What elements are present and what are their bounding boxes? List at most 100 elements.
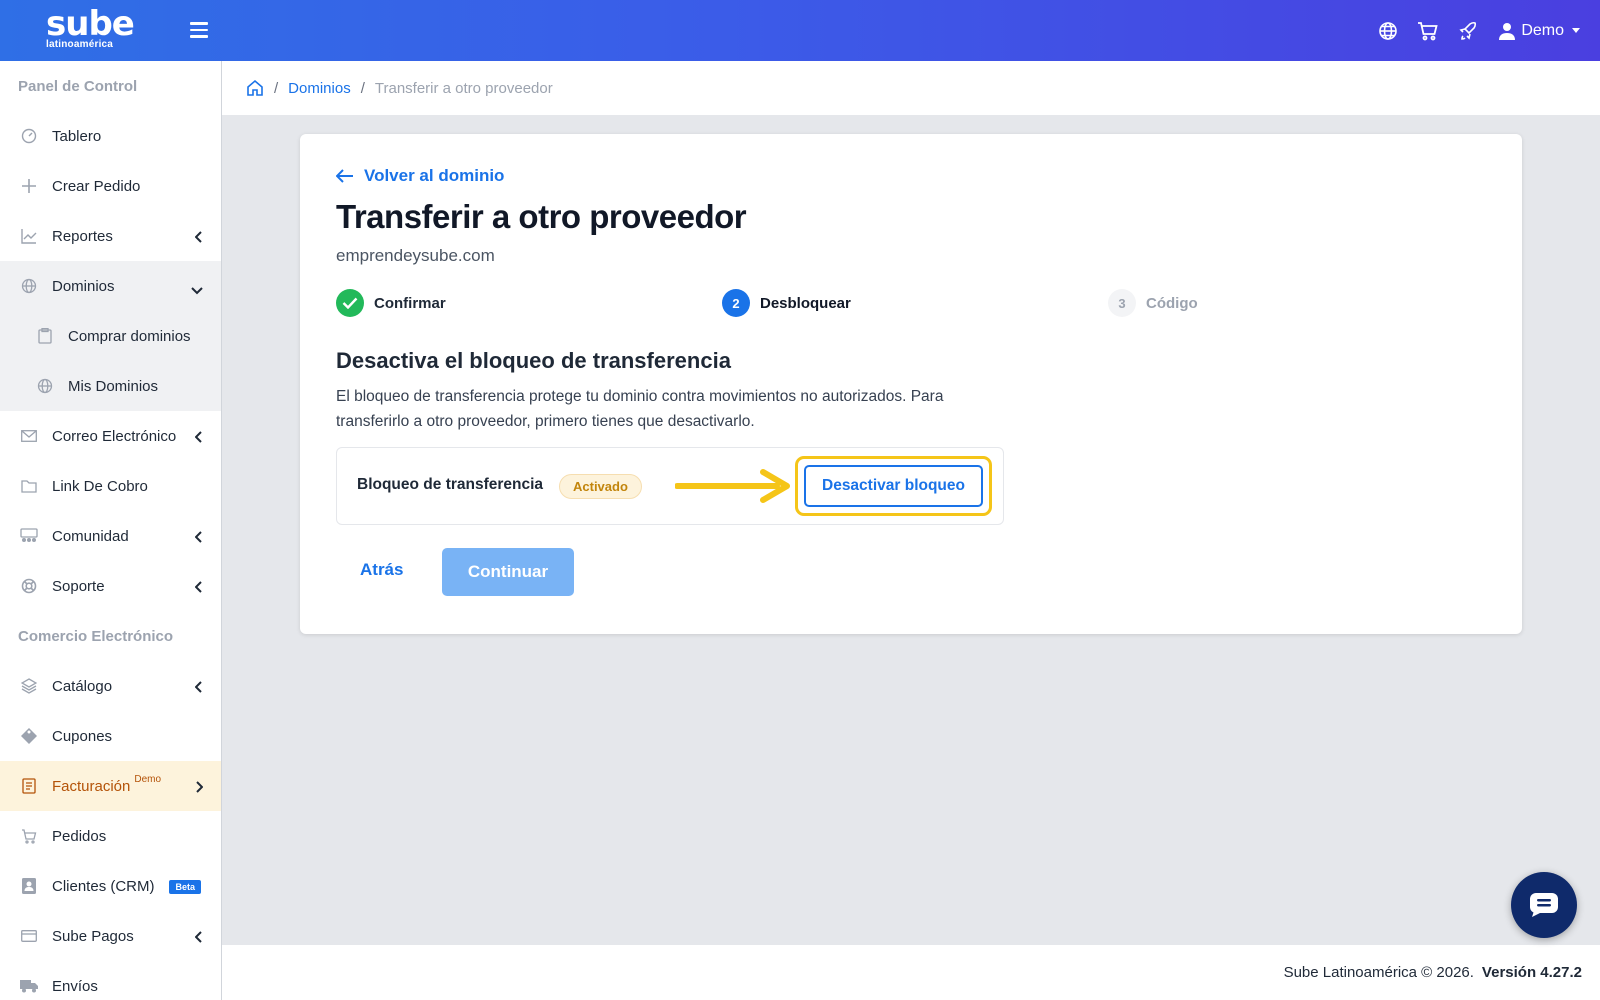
sidebar-item-link-cobro[interactable]: Link De Cobro — [0, 461, 221, 511]
user-name: Demo — [1521, 21, 1564, 39]
rocket-icon[interactable] — [1455, 18, 1481, 44]
home-icon[interactable] — [246, 79, 264, 97]
sidebar-item-clientes[interactable]: Clientes (CRM) Beta — [0, 861, 221, 911]
sidebar-item-label: Link De Cobro — [52, 477, 148, 495]
sidebar-item-label: Crear Pedido — [52, 177, 141, 195]
continue-button[interactable]: Continuar — [442, 548, 574, 596]
step-number: 3 — [1108, 289, 1136, 317]
chart-line-icon — [20, 227, 38, 245]
demo-badge: Demo — [134, 773, 162, 785]
section-description: El bloqueo de transferencia protege tu d… — [336, 388, 944, 430]
sidebar-item-catalogo[interactable]: Catálogo — [0, 661, 221, 711]
back-to-domain-link[interactable]: Volver al dominio — [336, 166, 504, 186]
dashboard-icon — [20, 127, 38, 145]
step-desbloquear: 2 Desbloquear — [722, 289, 851, 317]
chat-icon — [1530, 893, 1558, 917]
chevron-left-icon — [194, 680, 203, 697]
back-link-label: Volver al dominio — [364, 166, 505, 185]
transfer-card: Volver al dominio Transferir a otro prov… — [300, 134, 1522, 634]
sidebar-item-facturacion[interactable]: Facturación Demo — [0, 761, 221, 811]
breadcrumb-separator: / — [274, 79, 279, 97]
sidebar-item-correo[interactable]: Correo Electrónico — [0, 411, 221, 461]
page-title: Transferir a otro proveedor — [336, 198, 747, 235]
sidebar-item-label: Mis Dominios — [68, 377, 159, 395]
sidebar-item-comunidad[interactable]: Comunidad — [0, 511, 221, 561]
plus-icon — [20, 177, 38, 195]
step-codigo: 3 Código — [1108, 289, 1198, 317]
sidebar-item-mis-dominios[interactable]: Mis Dominios — [0, 361, 221, 411]
menu-toggle-icon[interactable] — [190, 22, 208, 38]
sidebar-item-label: Tablero — [52, 127, 102, 145]
sidebar-section-ecommerce: Comercio Electrónico — [18, 627, 174, 645]
lock-label: Bloqueo de transferencia — [357, 476, 544, 493]
sidebar-item-pedidos[interactable]: Pedidos — [0, 811, 221, 861]
sidebar-item-soporte[interactable]: Soporte — [0, 561, 221, 611]
arrow-left-icon — [336, 169, 353, 183]
globe-icon[interactable] — [1375, 18, 1401, 44]
chevron-down-icon — [1572, 28, 1580, 33]
cart-icon[interactable] — [1415, 18, 1441, 44]
truck-icon — [20, 977, 38, 995]
sidebar-section-panel: Panel de Control — [18, 77, 138, 95]
sidebar-item-label: Dominios — [52, 277, 115, 295]
folder-icon — [20, 477, 38, 495]
check-icon — [336, 289, 364, 317]
footer-copyright: Sube Latinoamérica © 2026. — [1283, 964, 1474, 981]
sidebar-item-dominios[interactable]: Dominios — [0, 261, 221, 311]
chevron-left-icon — [194, 930, 203, 947]
invoice-icon — [20, 777, 38, 795]
clipboard-icon — [36, 327, 54, 345]
step-number: 2 — [722, 289, 750, 317]
credit-card-icon — [20, 927, 38, 945]
contact-card-icon — [20, 877, 38, 895]
brand-name: sube — [46, 4, 135, 44]
chevron-right-icon — [195, 780, 204, 797]
brand-logo[interactable]: sube latinoamérica — [46, 6, 136, 56]
sidebar-item-cupones[interactable]: Cupones — [0, 711, 221, 761]
back-button[interactable]: Atrás — [346, 549, 420, 591]
top-bar: sube latinoamérica Demo — [0, 0, 1600, 61]
sidebar-item-label: Reportes — [52, 227, 113, 245]
envelope-icon — [20, 427, 38, 445]
breadcrumb: / Dominios / Transferir a otro proveedor — [222, 61, 1600, 115]
user-icon — [1499, 22, 1516, 40]
sidebar-item-label: Cupones — [52, 727, 113, 745]
chat-button[interactable] — [1511, 872, 1577, 938]
sidebar-item-crear-pedido[interactable]: Crear Pedido — [0, 161, 221, 211]
sidebar-item-tablero[interactable]: Tablero — [0, 111, 221, 161]
domain-name: emprendeysube.com — [336, 246, 495, 265]
step-label: Desbloquear — [760, 294, 851, 312]
step-label: Confirmar — [374, 294, 446, 312]
breadcrumb-dominios-link[interactable]: Dominios — [288, 80, 351, 97]
footer-version: Versión 4.27.2 — [1481, 964, 1582, 981]
unlock-button[interactable]: Desactivar bloqueo — [804, 465, 983, 507]
breadcrumb-separator: / — [360, 79, 365, 97]
status-badge: Activado — [559, 474, 642, 499]
sidebar-item-label: Correo Electrónico — [52, 427, 177, 445]
chevron-left-icon — [194, 430, 203, 447]
breadcrumb-current: Transferir a otro proveedor — [374, 79, 553, 97]
step-confirmar: Confirmar — [336, 289, 446, 317]
sidebar-item-envios[interactable]: Envíos — [0, 961, 221, 1000]
community-icon — [20, 527, 38, 545]
chevron-down-icon — [191, 282, 203, 299]
chevron-left-icon — [194, 530, 203, 547]
sidebar-item-label: Comunidad — [52, 527, 129, 545]
tag-icon — [20, 727, 38, 745]
sidebar-item-comprar-dominios[interactable]: Comprar dominios — [0, 311, 221, 361]
lifebuoy-icon — [20, 577, 38, 595]
sidebar: Panel de Control Tablero Crear Pedido Re… — [0, 61, 222, 1000]
user-menu[interactable]: Demo — [1499, 22, 1580, 40]
beta-badge: Beta — [169, 880, 201, 894]
sidebar-item-reportes[interactable]: Reportes — [0, 211, 221, 261]
sidebar-item-label: Soporte — [52, 577, 105, 595]
highlight-frame: Desactivar bloqueo — [795, 456, 992, 516]
sidebar-item-label: Pedidos — [52, 827, 107, 845]
layers-icon — [20, 677, 38, 695]
sidebar-item-sube-pagos[interactable]: Sube Pagos — [0, 911, 221, 961]
sidebar-item-label: Comprar dominios — [68, 327, 191, 345]
basket-icon — [20, 827, 38, 845]
stepper: Confirmar 2 Desbloquear 3 Código — [336, 289, 1336, 321]
sidebar-item-label: Sube Pagos — [52, 927, 134, 945]
top-actions: Demo — [1375, 0, 1580, 61]
